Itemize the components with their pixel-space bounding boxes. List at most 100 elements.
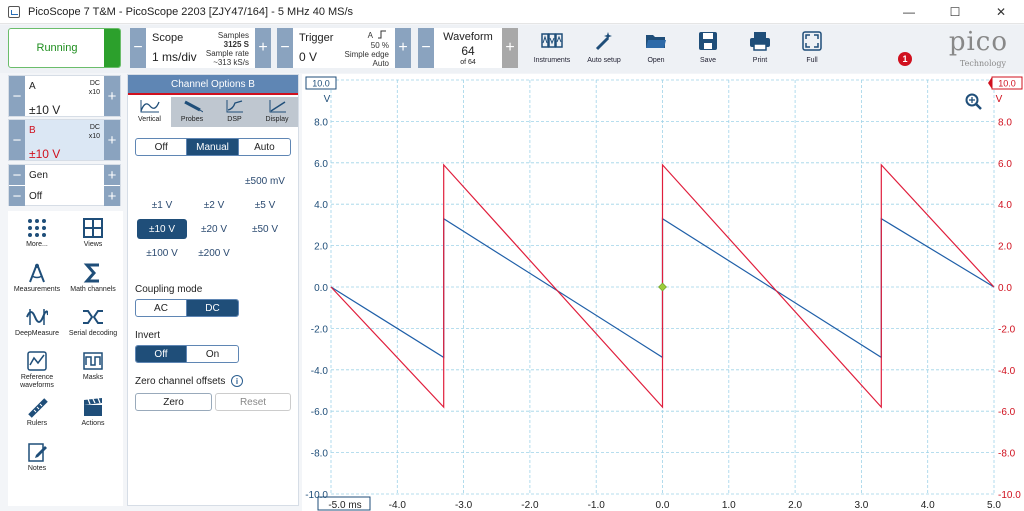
tab-dsp-label: DSP [227, 116, 242, 123]
timebase-decrease-button[interactable]: − [130, 28, 146, 68]
tab-display-label: Display [265, 116, 289, 123]
serial-decoding-button[interactable]: Serial decoding [66, 306, 120, 338]
title-bar: PicoScope 7 T&M - PicoScope 2203 [ZJY47/… [0, 0, 1024, 24]
minimize-button[interactable]: — [886, 0, 932, 24]
logo-word: pico [948, 27, 1008, 57]
trigger-decrease-button[interactable]: − [277, 28, 293, 68]
channel-a-decrease-button[interactable]: − [9, 76, 25, 116]
measurements-label: Measurements [13, 286, 61, 293]
zero-button[interactable]: Zero [135, 393, 212, 411]
sample-rate-label: Sample rate [205, 49, 249, 58]
timebase-increase-button[interactable]: + [255, 28, 271, 68]
masks-button[interactable]: Masks [66, 350, 120, 382]
channel-b-decrease-button[interactable]: − [9, 120, 25, 160]
y-tick-label-right: -10.0 [998, 490, 1021, 501]
range-mode-auto[interactable]: Auto [239, 139, 290, 155]
deepmeasure-button[interactable]: DeepMeasure [10, 306, 64, 338]
serial-decoding-label: Serial decoding [68, 330, 118, 337]
waveform-prev-button[interactable]: − [418, 28, 434, 68]
range-mode-off[interactable]: Off [136, 139, 188, 155]
invert-selector: Off On [135, 345, 239, 363]
magic-wand-icon [595, 32, 612, 51]
notification-badge[interactable]: 1 [898, 52, 912, 66]
scope-view[interactable]: 8.0 6.0 4.0 2.0 0.0 -2.0 -4.0 -6.0 -8.0 -10.0 8.0… [302, 74, 1024, 511]
channel-a-control[interactable]: − A DC x10 ±10 V + [8, 75, 121, 117]
range-5v[interactable]: ±5 V [240, 195, 290, 215]
auto-setup-button[interactable]: Auto setup [578, 28, 630, 68]
run-stop-button[interactable]: Running [8, 28, 121, 68]
range-50v[interactable]: ±50 V [240, 219, 290, 239]
open-button[interactable]: Open [630, 28, 682, 68]
views-icon [83, 218, 103, 238]
range-mode-manual[interactable]: Manual [187, 139, 239, 155]
trigger-level[interactable]: 0 V [299, 50, 317, 64]
coupling-ac[interactable]: AC [136, 300, 188, 316]
print-button[interactable]: Print [734, 28, 786, 68]
x-tick-label: 5.0 [987, 500, 1001, 511]
range-500mv[interactable]: ±500 mV [240, 171, 290, 191]
notes-button[interactable]: Notes [10, 441, 64, 473]
waveform-index[interactable]: 64 [434, 44, 502, 58]
generator-control[interactable]: − − Gen Off + + [8, 164, 121, 206]
instruments-button[interactable]: Instruments [526, 28, 578, 68]
math-channels-button[interactable]: Math channels [66, 262, 120, 294]
invert-on[interactable]: On [187, 346, 238, 362]
range-10v[interactable]: ±10 V [137, 219, 187, 239]
views-button[interactable]: Views [66, 217, 120, 249]
trigger-increase-button[interactable]: + [395, 28, 411, 68]
channel-a-increase-button[interactable]: + [104, 76, 120, 116]
maximize-button[interactable]: ☐ [932, 0, 978, 24]
y-tick-label-right: -8.0 [998, 449, 1016, 460]
serial-decoding-icon [83, 310, 103, 324]
timebase-value[interactable]: 1 ms/div [152, 50, 197, 64]
trigger-title: Trigger [299, 32, 334, 44]
tab-vertical[interactable]: Vertical [128, 97, 171, 127]
close-button[interactable]: ✕ [978, 0, 1024, 24]
y-tick-label-right: 0.0 [998, 283, 1012, 294]
compass-icon [29, 263, 45, 283]
more-button[interactable]: More... [10, 217, 64, 249]
generator-name: Gen [29, 170, 48, 181]
range-2v[interactable]: ±2 V [189, 195, 239, 215]
floppy-disk-icon [699, 32, 717, 50]
info-icon[interactable]: i [231, 375, 243, 387]
logo-subtitle: Technology [959, 59, 1006, 68]
waveform-next-button[interactable]: + [502, 28, 518, 68]
zoom-icon[interactable] [965, 93, 982, 110]
reference-waveforms-button[interactable]: Reference waveforms [10, 350, 64, 390]
range-100v[interactable]: ±100 V [137, 243, 187, 263]
full-screen-button[interactable]: Full [786, 28, 838, 68]
rising-edge-icon [378, 30, 386, 39]
gen-off-increase-button[interactable]: + [104, 186, 120, 206]
range-20v[interactable]: ±20 V [189, 219, 239, 239]
print-label: Print [752, 57, 768, 64]
oscilloscope-chart[interactable]: 8.0 6.0 4.0 2.0 0.0 -2.0 -4.0 -6.0 -8.0 -10.0 8.0… [302, 74, 1024, 511]
gen-increase-button[interactable]: + [104, 165, 120, 185]
toolbar: Running − Scope 1 ms/div Samples 3125 S … [0, 25, 1024, 73]
range-200v[interactable]: ±200 V [189, 243, 239, 263]
printer-icon [750, 32, 770, 51]
x-tick-label: 0.0 [656, 500, 670, 511]
gen-decrease-button[interactable]: − [9, 165, 25, 185]
save-button[interactable]: Save [682, 28, 734, 68]
rulers-button[interactable]: Rulers [10, 396, 64, 428]
right-range-badge: 10.0 V [988, 76, 1023, 105]
range-1v[interactable]: ±1 V [137, 195, 187, 215]
tab-dsp[interactable]: DSP [213, 97, 256, 127]
invert-off[interactable]: Off [136, 346, 188, 362]
tab-probes[interactable]: Probes [171, 97, 214, 127]
reset-button[interactable]: Reset [215, 393, 291, 411]
channel-b-increase-button[interactable]: + [104, 120, 120, 160]
math-channels-label: Math channels [70, 286, 116, 293]
channel-b-coupling-value: DC [89, 124, 100, 131]
y-tick-label-left: 6.0 [314, 159, 328, 170]
save-label: Save [700, 57, 716, 64]
y-tick-label-left: -8.0 [311, 449, 329, 460]
coupling-dc[interactable]: DC [187, 300, 238, 316]
measurements-button[interactable]: Measurements [10, 262, 64, 294]
tab-display[interactable]: Display [256, 97, 299, 127]
actions-button[interactable]: Actions [66, 396, 120, 428]
gen-off-decrease-button[interactable]: − [9, 186, 25, 206]
channel-b-control[interactable]: − B DC x10 ±10 V + [8, 119, 121, 161]
left-unit: V [324, 94, 331, 105]
